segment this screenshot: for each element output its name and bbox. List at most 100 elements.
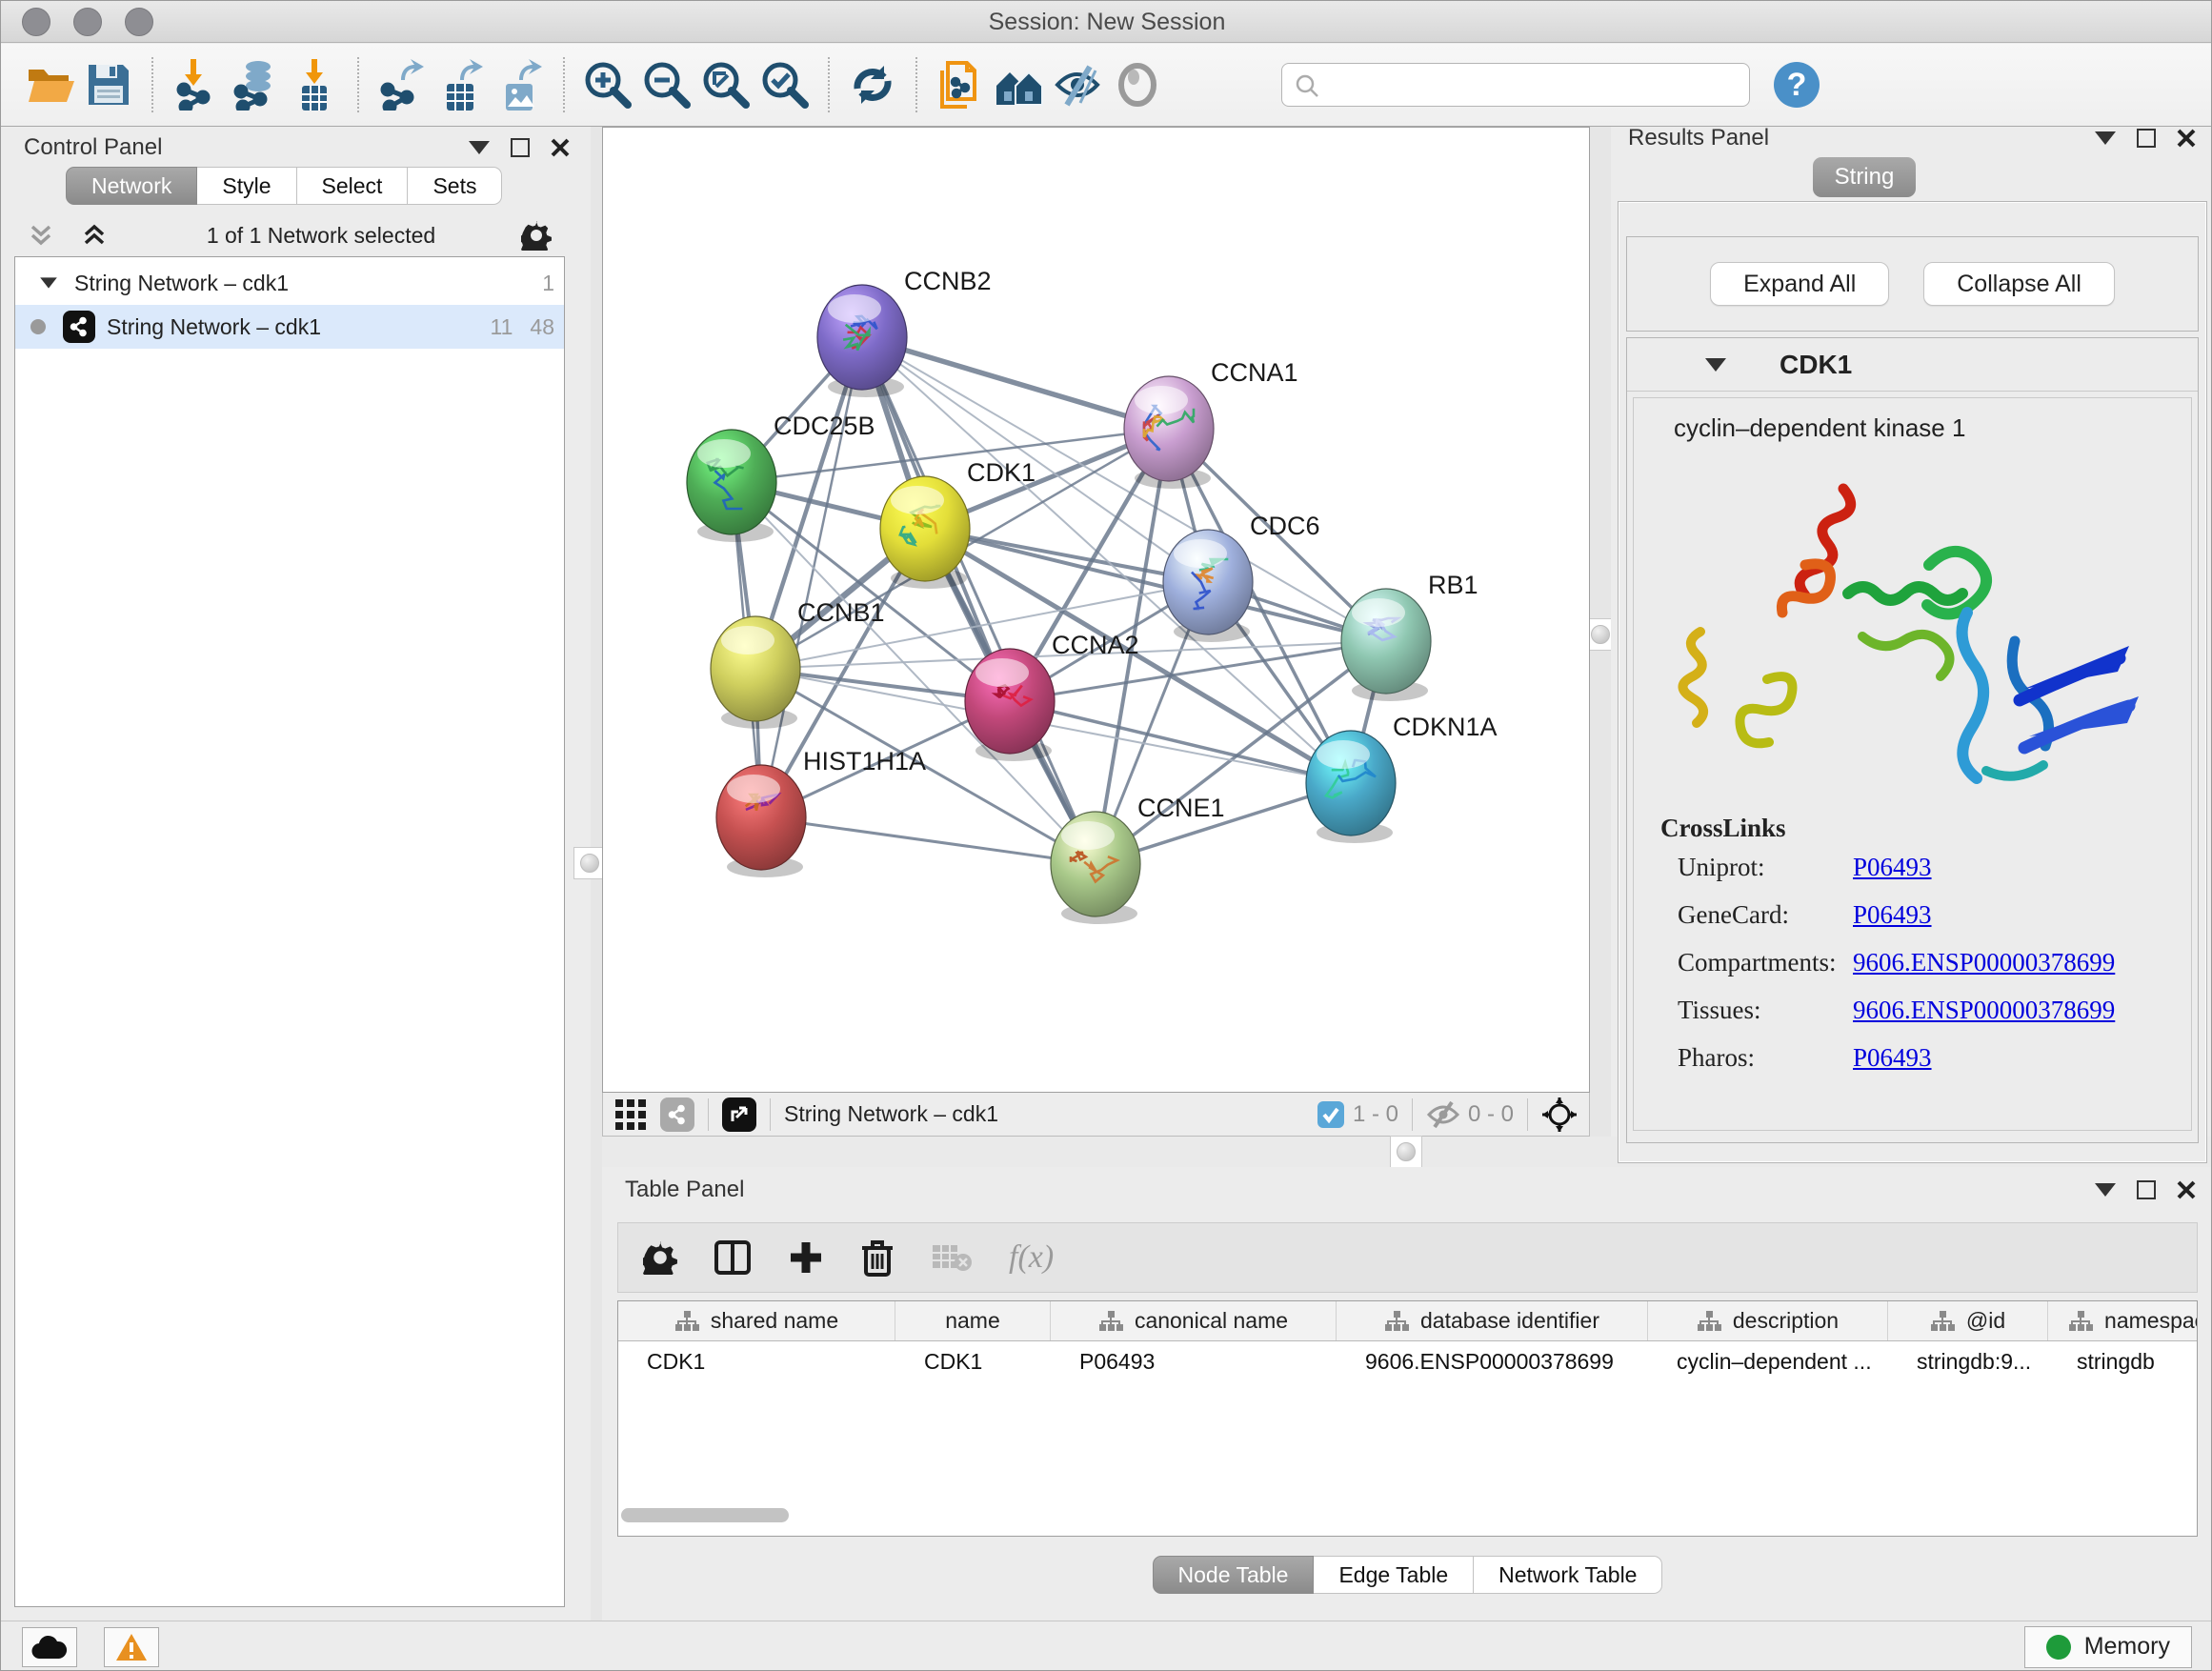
export-image-icon[interactable] [491, 55, 550, 114]
column-header-@id[interactable]: @id [1888, 1301, 2048, 1340]
node-CCNE1[interactable]: CCNE1 [1051, 794, 1225, 924]
crosslink-link[interactable]: 9606.ENSP00000378699 [1853, 948, 2115, 977]
delete-column-icon[interactable] [860, 1238, 895, 1277]
edge-CCNB2-CCNE1[interactable] [862, 337, 1096, 864]
apply-layout-icon[interactable] [843, 55, 902, 114]
warnings-button[interactable] [104, 1627, 159, 1667]
crosslink-link[interactable]: 9606.ENSP00000378699 [1853, 996, 2115, 1025]
add-column-icon[interactable] [788, 1239, 824, 1276]
cell-name[interactable]: CDK1 [895, 1341, 1051, 1381]
edge-CCNB2-CCNA1[interactable] [862, 337, 1169, 429]
node-RB1[interactable]: RB1 [1341, 571, 1478, 701]
horizontal-splitter-handle[interactable] [1390, 1136, 1422, 1168]
collapse-all-icon[interactable] [28, 223, 54, 248]
network-view-canvas[interactable]: CCNB2CCNA1CDC25BCDK1CDC6RB1CCNB1CCNA2CDK… [602, 127, 1590, 1093]
help-icon[interactable]: ? [1767, 55, 1826, 114]
import-network-from-database-icon[interactable] [226, 55, 285, 114]
string-view-icon[interactable] [660, 1097, 694, 1132]
collapse-all-button[interactable]: Collapse All [1923, 262, 2115, 306]
panel-close-icon[interactable] [2177, 1180, 2196, 1199]
panel-menu-icon[interactable] [2095, 1183, 2116, 1197]
column-header-description[interactable]: description [1648, 1301, 1888, 1340]
cell-namespace[interactable]: stringdb [2048, 1341, 2198, 1381]
hide-selected-eye-icon[interactable] [1049, 55, 1108, 114]
zoom-fit-icon[interactable] [696, 55, 755, 114]
network-row[interactable]: String Network – cdk1 11 48 [15, 305, 564, 349]
panel-float-icon[interactable] [2137, 1180, 2156, 1199]
home-icon[interactable] [990, 55, 1049, 114]
export-table-icon[interactable] [432, 55, 491, 114]
export-network-icon[interactable] [372, 55, 432, 114]
detach-view-icon[interactable] [722, 1097, 756, 1132]
import-table-icon[interactable] [285, 55, 344, 114]
open-session-icon[interactable] [20, 55, 79, 114]
search-input[interactable] [1281, 63, 1750, 107]
node-CCNB2[interactable]: CCNB2 [817, 267, 992, 397]
show-columns-icon[interactable] [714, 1238, 752, 1277]
network-view-title: String Network – cdk1 [784, 1101, 998, 1127]
panel-float-icon[interactable] [511, 138, 530, 157]
grid-view-icon[interactable] [614, 1098, 647, 1131]
import-network-icon[interactable] [167, 55, 226, 114]
column-header-database-identifier[interactable]: database identifier [1337, 1301, 1648, 1340]
collection-expander-icon[interactable] [40, 277, 57, 288]
crosslinks-title: CrossLinks [1634, 814, 2191, 843]
left-splitter-handle[interactable] [573, 847, 606, 879]
fit-selected-crosshair-icon[interactable] [1541, 1097, 1578, 1133]
zoom-out-icon[interactable] [637, 55, 696, 114]
tab-edge-table[interactable]: Edge Table [1314, 1556, 1474, 1594]
show-all-eye-icon[interactable] [1108, 55, 1167, 114]
expand-all-icon[interactable] [81, 223, 108, 248]
clone-network-icon[interactable] [931, 55, 990, 114]
node-CDC6[interactable]: CDC6 [1163, 512, 1320, 642]
cloud-button[interactable] [22, 1627, 77, 1667]
zoom-in-icon[interactable] [578, 55, 637, 114]
tab-sets[interactable]: Sets [408, 167, 502, 205]
crosslink-link[interactable]: P06493 [1853, 853, 1932, 882]
panel-close-icon[interactable] [551, 138, 570, 157]
hidden-eye-icon[interactable] [1426, 1100, 1460, 1129]
panel-float-icon[interactable] [2137, 129, 2156, 148]
panel-close-icon[interactable] [2177, 129, 2196, 148]
cell-description[interactable]: cyclin–dependent ... [1648, 1341, 1888, 1381]
column-header-namespace[interactable]: namespace [2048, 1301, 2198, 1340]
table-horizontal-scrollbar[interactable] [621, 1508, 789, 1522]
delete-table-icon[interactable] [931, 1241, 973, 1274]
crosslink-link[interactable]: P06493 [1853, 1043, 1932, 1073]
column-header-canonical-name[interactable]: canonical name [1051, 1301, 1337, 1340]
network-edge-count: 48 [530, 314, 554, 340]
panel-menu-icon[interactable] [2095, 131, 2116, 145]
panel-menu-icon[interactable] [469, 141, 490, 154]
edge-HIST1H1A-CCNE1[interactable] [761, 817, 1096, 864]
tab-node-table[interactable]: Node Table [1153, 1556, 1315, 1594]
save-session-icon[interactable] [79, 55, 138, 114]
tab-string[interactable]: String [1813, 157, 1916, 197]
cell-@id[interactable]: stringdb:9... [1888, 1341, 2048, 1381]
gene-expander-icon[interactable] [1705, 358, 1726, 372]
cell-shared-name[interactable]: CDK1 [618, 1341, 895, 1381]
network-options-gear-icon[interactable] [521, 220, 552, 251]
tab-style[interactable]: Style [197, 167, 296, 205]
edge-CCNB2-HIST1H1A[interactable] [761, 337, 862, 817]
selected-checkbox-icon[interactable] [1317, 1100, 1345, 1129]
tab-network-table[interactable]: Network Table [1474, 1556, 1662, 1594]
cell-database-identifier[interactable]: 9606.ENSP00000378699 [1337, 1341, 1648, 1381]
zoom-selected-icon[interactable] [755, 55, 814, 114]
expand-all-button[interactable]: Expand All [1710, 262, 1889, 306]
column-header-name[interactable]: name [895, 1301, 1051, 1340]
column-header-shared-name[interactable]: shared name [618, 1301, 895, 1340]
network-collection-row[interactable]: String Network – cdk1 1 [15, 261, 564, 305]
gene-header[interactable]: CDK1 [1627, 338, 2198, 392]
memory-button[interactable]: Memory [2024, 1626, 2192, 1668]
table-options-gear-icon[interactable] [643, 1240, 677, 1275]
node-CDKN1A[interactable]: CDKN1A [1306, 713, 1498, 843]
crosslink-label: Uniprot: [1678, 853, 1853, 882]
tab-network[interactable]: Network [66, 167, 197, 205]
node-HIST1H1A[interactable]: HIST1H1A [716, 747, 926, 877]
table-row[interactable]: CDK1CDK1P064939606.ENSP00000378699cyclin… [618, 1341, 2197, 1381]
tab-select[interactable]: Select [297, 167, 409, 205]
cell-canonical-name[interactable]: P06493 [1051, 1341, 1337, 1381]
function-builder-icon[interactable]: f(x) [1009, 1239, 1054, 1276]
crosslink-link[interactable]: P06493 [1853, 900, 1932, 930]
memory-status-dot [2046, 1635, 2071, 1660]
